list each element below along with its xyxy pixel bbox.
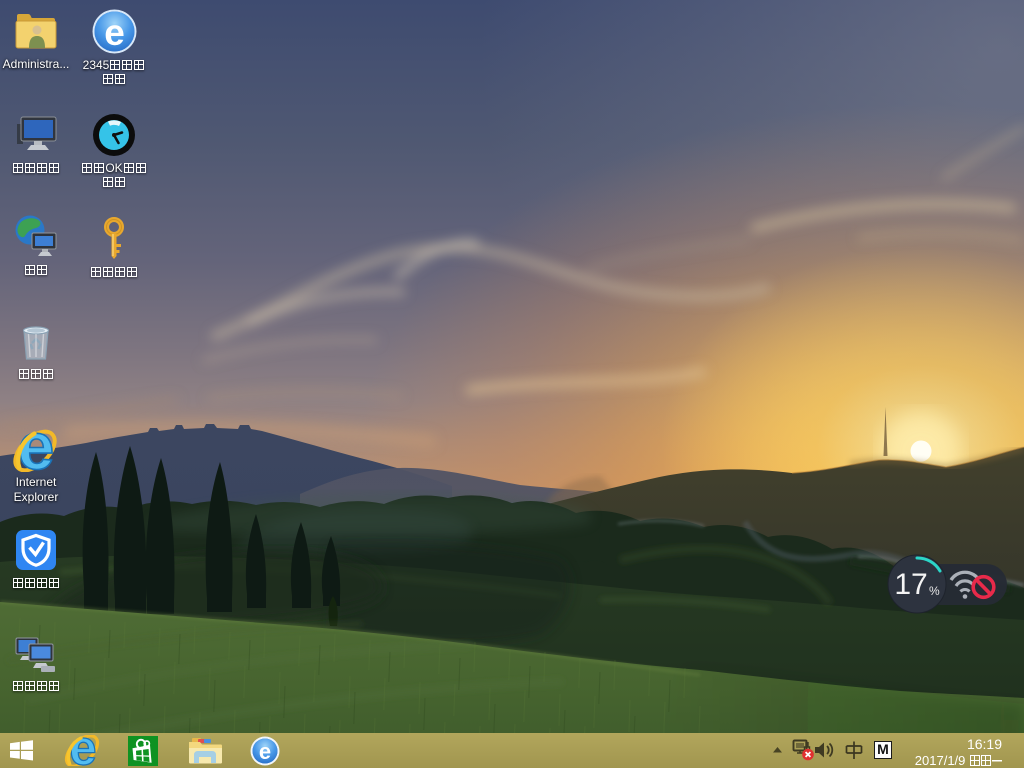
- svg-text:e: e: [69, 735, 96, 766]
- svg-text:%: %: [929, 584, 940, 598]
- svg-text:17: 17: [894, 568, 927, 601]
- svg-text:e: e: [259, 739, 271, 764]
